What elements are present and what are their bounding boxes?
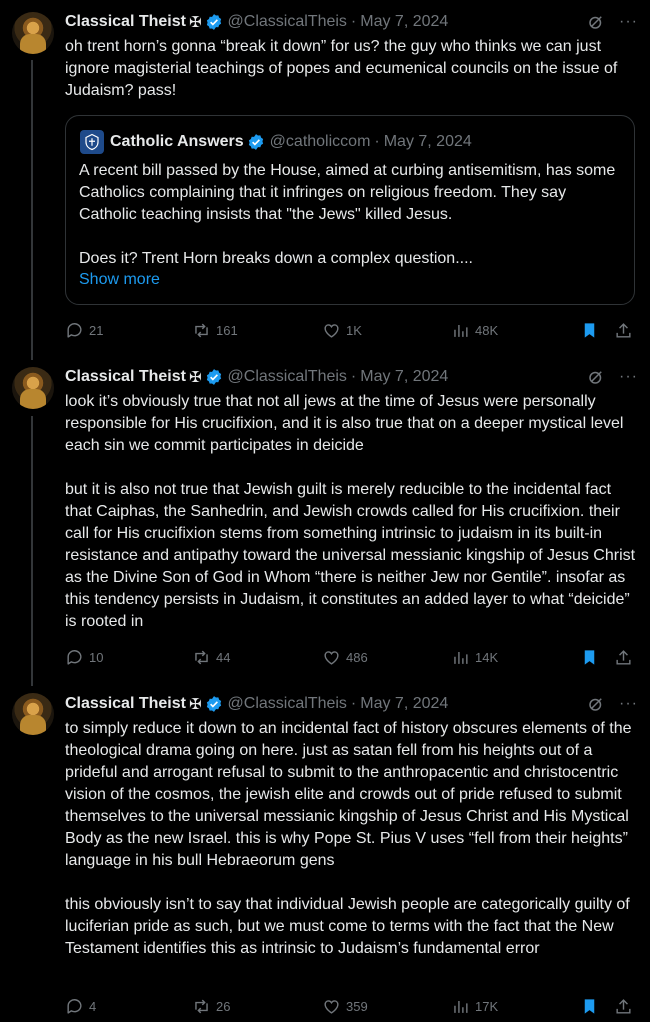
author-handle[interactable]: @ClassicalTheis — [228, 368, 347, 386]
views-button[interactable]: 48K — [451, 320, 498, 340]
tweet-date[interactable]: May 7, 2024 — [360, 13, 448, 31]
like-count: 1K — [346, 322, 362, 338]
tweet-header: Classical Theist ✠ @ClassicalTheis · May… — [65, 12, 638, 32]
avatar[interactable] — [12, 12, 54, 54]
tweet-date[interactable]: May 7, 2024 — [360, 695, 448, 713]
views-icon — [454, 324, 468, 337]
verified-badge-icon — [206, 14, 221, 30]
more-icon[interactable]: ··· — [619, 13, 638, 31]
repost-button[interactable]: 161 — [192, 320, 238, 340]
quoted-tweet-date[interactable]: May 7, 2024 — [384, 133, 472, 151]
like-button[interactable]: 359 — [322, 996, 368, 1016]
views-button[interactable]: 17K — [451, 996, 498, 1016]
repost-icon — [195, 323, 208, 337]
author-cross: ✠ — [188, 696, 202, 713]
bookmark-button[interactable] — [580, 996, 599, 1016]
more-icon[interactable]: ··· — [619, 695, 638, 713]
quoted-author-handle[interactable]: @catholiccom — [270, 133, 371, 151]
like-count: 359 — [346, 998, 368, 1014]
reply-icon — [67, 322, 82, 338]
author-name[interactable]: Classical Theist — [65, 695, 186, 713]
bookmark-icon — [584, 649, 595, 665]
views-icon — [454, 1000, 468, 1013]
like-button[interactable]: 486 — [322, 647, 368, 667]
quoted-tweet[interactable]: Catholic Answers @catholiccom · May 7, 2… — [65, 115, 635, 305]
repost-button[interactable]: 26 — [192, 996, 230, 1016]
repost-count: 26 — [216, 998, 231, 1014]
views-count: 48K — [475, 322, 499, 338]
verified-badge-icon — [206, 696, 221, 712]
author-name[interactable]: Classical Theist — [65, 368, 186, 386]
separator-dot: · — [350, 368, 357, 385]
reply-count: 21 — [89, 322, 104, 338]
show-more-link[interactable]: Show more — [79, 271, 160, 289]
reply-count: 10 — [89, 649, 104, 665]
reply-button[interactable]: 4 — [65, 996, 96, 1016]
author-handle[interactable]: @ClassicalTheis — [228, 13, 347, 31]
tweet-date[interactable]: May 7, 2024 — [360, 368, 448, 386]
more-icon[interactable]: ··· — [619, 368, 638, 386]
separator-dot: · — [350, 695, 357, 712]
tweet[interactable]: Classical Theist ✠ @ClassicalTheis · May… — [0, 0, 650, 355]
views-count: 14K — [475, 649, 499, 665]
views-button[interactable]: 14K — [451, 647, 498, 667]
verified-badge-icon — [206, 369, 221, 385]
bookmark-button[interactable] — [580, 320, 599, 340]
author-cross: ✠ — [188, 369, 202, 386]
reply-icon — [67, 649, 82, 665]
avatar[interactable] — [12, 367, 54, 409]
share-icon — [616, 322, 631, 338]
views-count: 17K — [475, 998, 499, 1014]
catholic-answers-logo-icon — [80, 130, 104, 154]
tweet-text: to simply reduce it down to an incidenta… — [65, 720, 632, 957]
views-icon — [454, 651, 468, 664]
tweet[interactable]: Classical Theist ✠ @ClassicalTheis · May… — [0, 685, 650, 1022]
repost-icon — [195, 999, 208, 1013]
grok-icon[interactable] — [587, 13, 605, 31]
share-icon — [616, 998, 631, 1014]
separator-dot: · — [374, 133, 380, 150]
like-icon — [324, 650, 339, 665]
quoted-tweet-text: A recent bill passed by the House, aimed… — [79, 162, 616, 267]
tweet-actions: 21 161 1K 48K — [65, 320, 637, 340]
like-icon — [324, 323, 339, 338]
verified-badge-icon — [248, 134, 263, 150]
author-cross: ✠ — [188, 14, 202, 31]
tweet-actions: 10 44 486 14K — [65, 647, 637, 667]
share-button[interactable] — [614, 647, 633, 667]
bookmark-button[interactable] — [580, 647, 599, 667]
quoted-author-name[interactable]: Catholic Answers — [110, 133, 244, 151]
author-name[interactable]: Classical Theist — [65, 13, 186, 31]
tweet-text: oh trent horn’s gonna “break it down” fo… — [65, 38, 622, 99]
avatar[interactable] — [12, 693, 54, 735]
grok-icon[interactable] — [587, 368, 605, 386]
share-button[interactable] — [614, 996, 633, 1016]
tweet[interactable]: Classical Theist ✠ @ClassicalTheis · May… — [0, 355, 650, 685]
author-handle[interactable]: @ClassicalTheis — [228, 695, 347, 713]
tweet-text: look it’s obviously true that not all je… — [65, 393, 636, 630]
share-button[interactable] — [614, 320, 633, 340]
share-icon — [616, 649, 631, 665]
like-count: 486 — [346, 649, 368, 665]
grok-icon[interactable] — [587, 695, 605, 713]
tweet-header: Classical Theist ✠ @ClassicalTheis · May… — [65, 367, 638, 387]
tweet-header: Classical Theist ✠ @ClassicalTheis · May… — [65, 694, 638, 714]
tweet-actions: 4 26 359 17K — [65, 996, 637, 1016]
repost-count: 44 — [216, 649, 231, 665]
bookmark-icon — [584, 322, 595, 338]
bookmark-icon — [584, 998, 595, 1014]
reply-count: 4 — [89, 998, 97, 1014]
separator-dot: · — [350, 13, 357, 30]
repost-icon — [195, 650, 208, 664]
like-button[interactable]: 1K — [322, 320, 362, 340]
repost-count: 161 — [216, 322, 238, 338]
like-icon — [324, 999, 339, 1014]
repost-button[interactable]: 44 — [192, 647, 230, 667]
quoted-tweet-header: Catholic Answers @catholiccom · May 7, 2… — [80, 130, 472, 154]
reply-button[interactable]: 21 — [65, 320, 103, 340]
reply-icon — [67, 998, 82, 1014]
reply-button[interactable]: 10 — [65, 647, 103, 667]
